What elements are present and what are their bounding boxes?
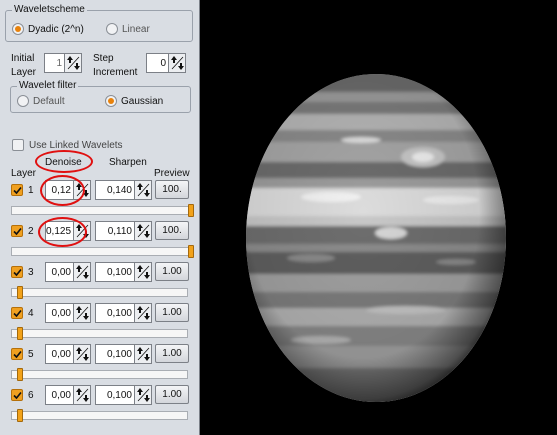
sharpen-spinner[interactable]: 0,100	[95, 344, 152, 364]
sharpen-spinner[interactable]: 0,100	[95, 385, 152, 405]
spinner-arrows-icon[interactable]	[73, 181, 90, 199]
denoise-spinner[interactable]: 0,00	[45, 303, 91, 323]
denoise-value: 0,125	[46, 225, 72, 237]
layer-number: 4	[28, 308, 34, 319]
step-increment-value: 0	[160, 57, 166, 69]
radio-linear-indicator	[106, 23, 118, 35]
sharpen-spinner[interactable]: 0,140	[95, 180, 152, 200]
layer-number: 5	[28, 349, 34, 360]
waveletscheme-group: Waveletscheme Dyadic (2^n) Linear	[5, 4, 193, 42]
layer-enable-checkbox[interactable]	[11, 348, 23, 360]
sharpen-value: 0,140	[106, 184, 132, 196]
denoise-spinner[interactable]: 0,12	[45, 180, 91, 200]
spinner-arrows-icon[interactable]	[73, 386, 90, 404]
radio-dyadic-indicator	[12, 23, 24, 35]
sharpen-spinner[interactable]: 0,100	[95, 303, 152, 323]
wavelet-filter-group: Wavelet filter Default Gaussian	[10, 80, 191, 113]
sharpen-value: 0,100	[106, 348, 132, 360]
radio-default-indicator	[17, 95, 29, 107]
preview-header: Preview	[154, 168, 190, 179]
layer-header: Layer	[11, 168, 37, 179]
denoise-spinner[interactable]: 0,00	[45, 385, 91, 405]
denoise-value: 0,00	[51, 389, 71, 401]
wavelet-settings-panel: Waveletscheme Dyadic (2^n) Linear Initia…	[0, 0, 200, 435]
layer-number: 6	[28, 390, 34, 401]
denoise-value: 0,00	[51, 348, 71, 360]
radio-gaussian-indicator	[105, 95, 117, 107]
spinner-arrows-icon[interactable]	[73, 345, 90, 363]
layer-enable-checkbox[interactable]	[11, 389, 23, 401]
spinner-arrows-icon[interactable]	[73, 222, 90, 240]
layer-slider[interactable]	[11, 204, 194, 217]
layer-preview-button[interactable]: 1.00	[155, 385, 189, 404]
radio-gaussian[interactable]: Gaussian	[105, 95, 163, 107]
initial-layer-spinner[interactable]: 1	[44, 53, 82, 73]
layer-slider[interactable]	[11, 409, 188, 422]
sharpen-value: 0,100	[106, 266, 132, 278]
spinner-arrows-icon[interactable]	[134, 386, 151, 404]
layer-preview-button[interactable]: 1.00	[155, 262, 189, 281]
spinner-arrows-icon[interactable]	[134, 222, 151, 240]
radio-gaussian-label: Gaussian	[121, 95, 164, 107]
denoise-spinner[interactable]: 0,125	[45, 221, 91, 241]
layer-preview-button[interactable]: 100.	[155, 221, 189, 240]
radio-dyadic[interactable]: Dyadic (2^n)	[12, 23, 84, 35]
layer-slider-thumb[interactable]	[188, 204, 194, 217]
layer-slider[interactable]	[11, 327, 188, 340]
layer-preview-button[interactable]: 1.00	[155, 344, 189, 363]
layer-enable-checkbox[interactable]	[11, 266, 23, 278]
sharpen-header: Sharpen	[109, 157, 147, 168]
radio-default-label: Default	[33, 95, 65, 107]
spinner-arrows-icon[interactable]	[134, 304, 151, 322]
spinner-arrows-icon[interactable]	[134, 345, 151, 363]
layer-preview-button[interactable]: 1.00	[155, 303, 189, 322]
layer-enable-checkbox[interactable]	[11, 184, 23, 196]
sharpen-spinner[interactable]: 0,100	[95, 262, 152, 282]
spinner-arrows-icon[interactable]	[168, 54, 185, 72]
step-increment-label: Step Increment	[93, 53, 138, 78]
radio-linear[interactable]: Linear	[106, 23, 150, 35]
layer-preview-button[interactable]: 100.	[155, 180, 189, 199]
sharpen-value: 0,110	[107, 225, 132, 237]
sharpen-value: 0,100	[106, 307, 132, 319]
jupiter-image	[246, 74, 506, 402]
denoise-value: 0,00	[51, 266, 71, 278]
layer-slider[interactable]	[11, 286, 188, 299]
denoise-value: 0,00	[51, 307, 71, 319]
layer-number: 1	[28, 185, 34, 196]
wavelet-filter-title: Wavelet filter	[17, 80, 79, 91]
denoise-header: Denoise	[45, 157, 82, 168]
sharpen-spinner[interactable]: 0,110	[95, 221, 152, 241]
layer-slider-thumb[interactable]	[17, 286, 23, 299]
denoise-spinner[interactable]: 0,00	[45, 262, 91, 282]
layer-enable-checkbox[interactable]	[11, 307, 23, 319]
radio-linear-label: Linear	[122, 23, 150, 35]
layer-slider[interactable]	[11, 368, 188, 381]
initial-layer-value: 1	[56, 57, 62, 69]
spinner-arrows-icon[interactable]	[73, 263, 90, 281]
step-increment-spinner[interactable]: 0	[146, 53, 186, 73]
layer-slider[interactable]	[11, 245, 194, 258]
layer-number: 3	[28, 267, 34, 278]
layer-slider-thumb[interactable]	[17, 409, 23, 422]
image-preview[interactable]	[201, 0, 557, 435]
waveletscheme-title: Waveletscheme	[12, 4, 87, 15]
radio-dyadic-label: Dyadic (2^n)	[28, 23, 84, 35]
use-linked-wavelets-checkbox[interactable]	[12, 139, 24, 151]
sharpen-value: 0,100	[106, 389, 132, 401]
denoise-spinner[interactable]: 0,00	[45, 344, 91, 364]
layer-enable-checkbox[interactable]	[11, 225, 23, 237]
layer-number: 2	[28, 226, 34, 237]
layer-slider-thumb[interactable]	[188, 245, 194, 258]
use-linked-wavelets-label: Use Linked Wavelets	[29, 140, 123, 151]
initial-layer-label: Initial Layer	[11, 53, 37, 78]
spinner-arrows-icon[interactable]	[134, 181, 151, 199]
layer-slider-thumb[interactable]	[17, 368, 23, 381]
spinner-arrows-icon[interactable]	[64, 54, 81, 72]
spinner-arrows-icon[interactable]	[73, 304, 90, 322]
denoise-value: 0,12	[51, 184, 71, 196]
layer-slider-thumb[interactable]	[17, 327, 23, 340]
radio-default[interactable]: Default	[17, 95, 65, 107]
spinner-arrows-icon[interactable]	[134, 263, 151, 281]
